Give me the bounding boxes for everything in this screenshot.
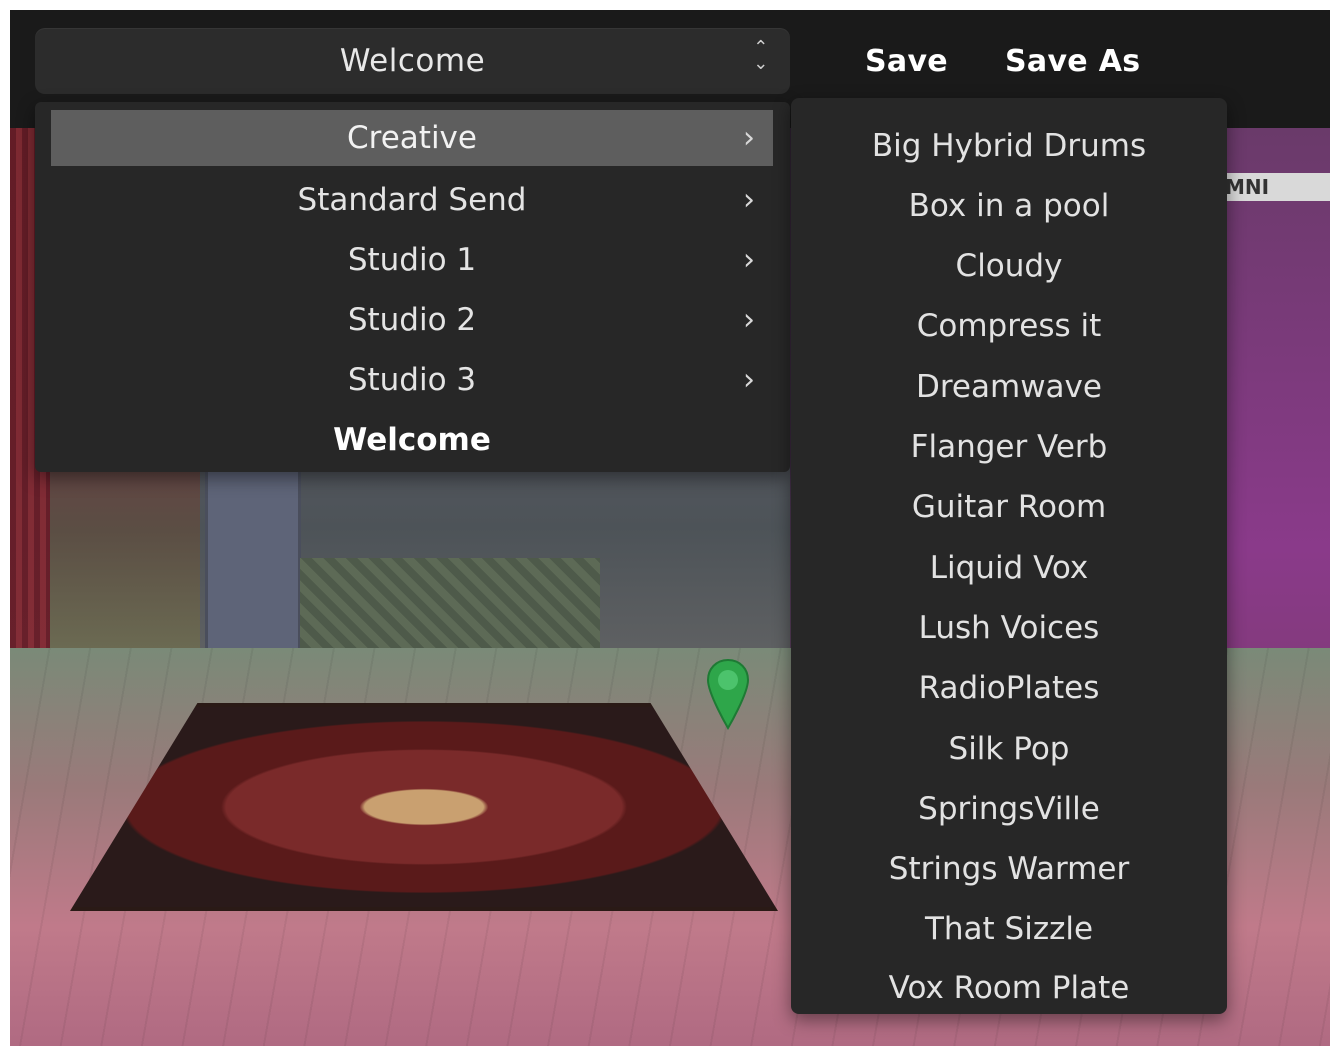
submenu-item[interactable]: Lush Voices: [791, 600, 1227, 656]
menu-item-label: Creative: [347, 120, 477, 156]
menu-item-creative[interactable]: Creative ›: [51, 110, 773, 166]
category-menu: Creative › Standard Send › Studio 1 › St…: [35, 102, 790, 472]
chevron-right-icon: ›: [743, 242, 755, 278]
menu-item-welcome[interactable]: Welcome: [51, 412, 773, 468]
submenu-item[interactable]: SpringsVille: [791, 781, 1227, 837]
menu-item-label: Welcome: [333, 422, 491, 458]
chevron-right-icon: ›: [743, 120, 755, 156]
preset-submenu: Big Hybrid Drums Box in a pool Cloudy Co…: [791, 98, 1227, 1014]
submenu-item[interactable]: Cloudy: [791, 238, 1227, 294]
preset-selector[interactable]: Welcome ⌃ ⌄: [35, 28, 790, 94]
submenu-item[interactable]: Flanger Verb: [791, 419, 1227, 475]
submenu-item[interactable]: Dreamwave: [791, 359, 1227, 415]
menu-item-studio-2[interactable]: Studio 2 ›: [51, 292, 773, 348]
wall-pattern: [300, 558, 600, 648]
door: [205, 468, 301, 654]
menu-item-label: Standard Send: [297, 182, 527, 218]
menu-item-label: Studio 2: [347, 302, 477, 338]
menu-item-studio-1[interactable]: Studio 1 ›: [51, 232, 773, 288]
submenu-item[interactable]: Silk Pop: [791, 721, 1227, 777]
save-as-button[interactable]: Save As: [1005, 38, 1140, 86]
menu-item-label: Studio 3: [347, 362, 477, 398]
submenu-item[interactable]: Liquid Vox: [791, 540, 1227, 596]
chevron-right-icon: ›: [743, 302, 755, 338]
plugin-window: MNI Welcome ⌃ ⌄ Save Save As Creative › S…: [10, 10, 1330, 1046]
menu-item-standard-send[interactable]: Standard Send ›: [51, 172, 773, 228]
submenu-item[interactable]: That Sizzle: [791, 901, 1227, 957]
menu-item-studio-3[interactable]: Studio 3 ›: [51, 352, 773, 408]
submenu-item[interactable]: Compress it: [791, 298, 1227, 354]
map-pin-icon[interactable]: [705, 658, 751, 732]
menu-item-label: Studio 1: [347, 242, 477, 278]
submenu-item[interactable]: Big Hybrid Drums: [791, 118, 1227, 174]
preset-selector-value: Welcome: [339, 43, 486, 79]
submenu-item[interactable]: Vox Room Plate: [791, 960, 1227, 1016]
chevron-right-icon: ›: [743, 362, 755, 398]
submenu-item[interactable]: Box in a pool: [791, 178, 1227, 234]
submenu-item[interactable]: Guitar Room: [791, 479, 1227, 535]
omni-label: MNI: [1225, 173, 1330, 201]
submenu-item[interactable]: Strings Warmer: [791, 841, 1227, 897]
save-button[interactable]: Save: [865, 38, 948, 86]
updown-chevron-icon: ⌃ ⌄: [753, 37, 769, 74]
submenu-item[interactable]: RadioPlates: [791, 660, 1227, 716]
chevron-right-icon: ›: [743, 182, 755, 218]
